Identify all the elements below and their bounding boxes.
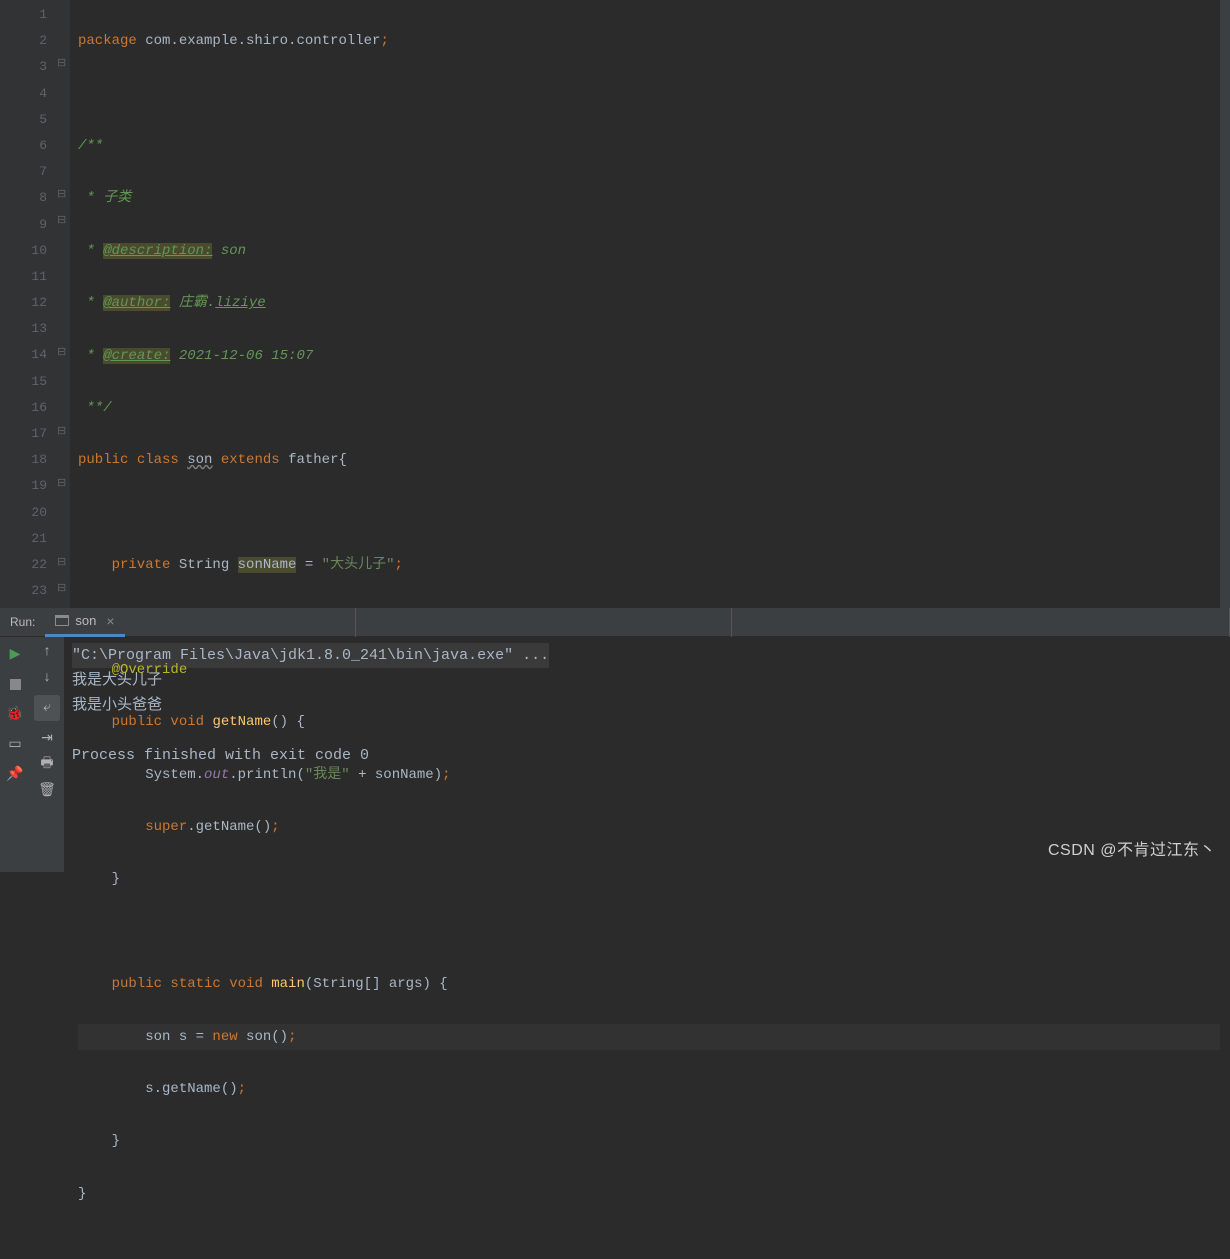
down-icon[interactable]: ↓ bbox=[38, 669, 56, 687]
line-number: 5 bbox=[0, 107, 47, 133]
line-number: 17 bbox=[0, 421, 47, 447]
soft-wrap-icon[interactable]: ⤶ bbox=[34, 695, 60, 721]
line-number: 14O↑ bbox=[0, 342, 47, 368]
line-number: 10 bbox=[0, 238, 47, 264]
fold-end-icon[interactable]: ⊟ bbox=[57, 581, 66, 595]
line-number: 1 bbox=[0, 2, 47, 28]
fold-end-icon[interactable]: ⊟ bbox=[57, 187, 66, 201]
line-number: 8 bbox=[0, 185, 47, 211]
line-number: 20 bbox=[0, 500, 47, 526]
scroll-end-icon[interactable]: ⇥ bbox=[38, 729, 56, 747]
line-number: 23 bbox=[0, 578, 47, 604]
watermark-text: CSDN @不肯过江东丶 bbox=[1048, 836, 1216, 860]
layout-icon[interactable]: ▭ bbox=[6, 735, 24, 753]
run-toolbar-secondary: ↑ ↓ ⤶ ⇥ 🖶 🗑 bbox=[30, 637, 64, 872]
print-icon[interactable]: 🖶 bbox=[38, 755, 56, 773]
line-number: 13 bbox=[0, 316, 47, 342]
line-number: 7 bbox=[0, 159, 47, 185]
line-number: 22 bbox=[0, 552, 47, 578]
fold-start-icon[interactable]: ⊟ bbox=[57, 56, 66, 70]
stop-icon[interactable] bbox=[6, 675, 24, 693]
run-title: Run: bbox=[0, 615, 45, 629]
debug-icon[interactable]: 🐞 bbox=[6, 705, 24, 723]
fold-start-icon[interactable]: ⊟ bbox=[57, 213, 66, 227]
editor-scrollbar[interactable] bbox=[1220, 0, 1230, 608]
line-number: 2 bbox=[0, 28, 47, 54]
line-number: 15 bbox=[0, 369, 47, 395]
fold-start-icon[interactable]: ⊟ bbox=[57, 345, 66, 359]
fold-end-icon[interactable]: ⊟ bbox=[57, 424, 66, 438]
line-number: 18 bbox=[0, 447, 47, 473]
line-number: 12 bbox=[0, 290, 47, 316]
trash-icon[interactable]: 🗑 bbox=[38, 781, 56, 799]
code-editor[interactable]: package com.example.shiro.controller; /*… bbox=[70, 0, 1220, 608]
fold-gutter: ⊟ ⊟ ⊟ ⊟ ⊟ ⊟ ⊟ ⊟ bbox=[55, 0, 70, 608]
line-number: 19 bbox=[0, 473, 47, 499]
line-number: 3 bbox=[0, 54, 47, 80]
up-icon[interactable]: ↑ bbox=[38, 643, 56, 661]
rerun-icon[interactable]: ▶ bbox=[6, 645, 24, 663]
line-number: 16 bbox=[0, 395, 47, 421]
editor-area: 1 2 3 4 5 6 7 8 9 10 11 12 13 14O↑ 15 16… bbox=[0, 0, 1230, 608]
line-number-gutter: 1 2 3 4 5 6 7 8 9 10 11 12 13 14O↑ 15 16… bbox=[0, 0, 55, 608]
fold-end-icon[interactable]: ⊟ bbox=[57, 555, 66, 569]
application-icon bbox=[55, 615, 69, 626]
run-toolbar-primary: ▶ 🐞 ▭ 📌 bbox=[0, 637, 30, 872]
line-number: 11 bbox=[0, 264, 47, 290]
pin-icon[interactable]: 📌 bbox=[6, 765, 24, 783]
line-number: 21 bbox=[0, 526, 47, 552]
line-number: 6 bbox=[0, 133, 47, 159]
line-number: 9 bbox=[0, 212, 47, 238]
fold-start-icon[interactable]: ⊟ bbox=[57, 476, 66, 490]
line-number: 4 bbox=[0, 81, 47, 107]
